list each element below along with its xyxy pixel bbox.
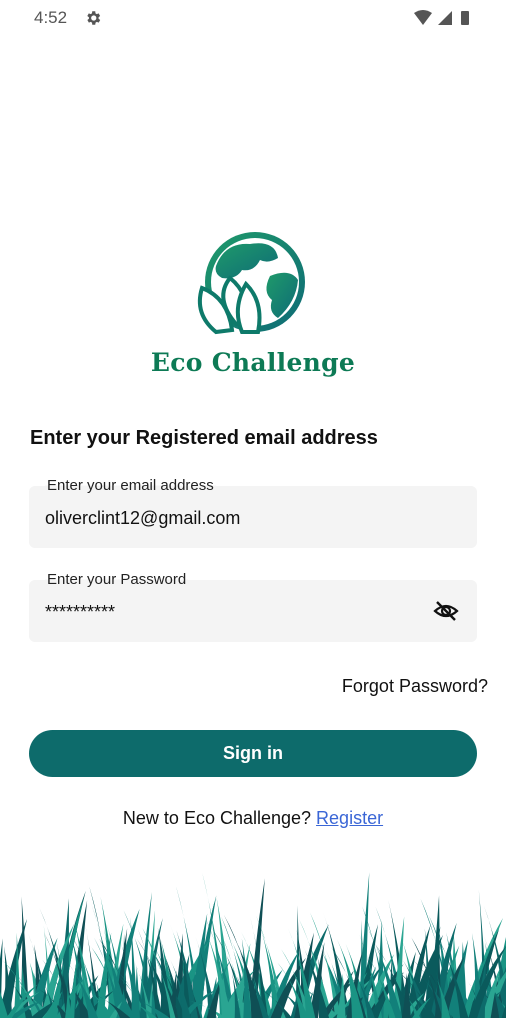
sign-in-button[interactable]: Sign in [29, 730, 477, 777]
forgot-password-link[interactable]: Forgot Password? [342, 676, 488, 697]
email-field-label: Enter your email address [45, 477, 216, 494]
email-field[interactable]: Enter your email address oliverclint12@g… [29, 477, 477, 548]
gear-icon [87, 11, 101, 25]
battery-icon [461, 11, 469, 25]
system-status-icons [414, 10, 469, 25]
eye-off-icon[interactable] [433, 599, 459, 623]
form-heading: Enter your Registered email address [30, 427, 378, 449]
register-row: New to Eco Challenge? Register [0, 808, 506, 829]
register-link[interactable]: Register [316, 808, 383, 828]
register-prompt: New to Eco Challenge? [122, 808, 317, 828]
password-field[interactable]: Enter your Password ********** [29, 571, 477, 642]
wifi-icon [414, 10, 432, 25]
signal-icon [438, 11, 452, 25]
status-time: 4:52 [34, 8, 68, 27]
brand-name: Eco Challenge [150, 348, 356, 377]
email-field-value[interactable]: oliverclint12@gmail.com [45, 508, 240, 529]
password-field-label: Enter your Password [45, 571, 189, 588]
password-field-value[interactable]: ********** [45, 602, 115, 623]
status-bar: 4:52 [0, 0, 506, 38]
grass-decoration [0, 872, 506, 1018]
